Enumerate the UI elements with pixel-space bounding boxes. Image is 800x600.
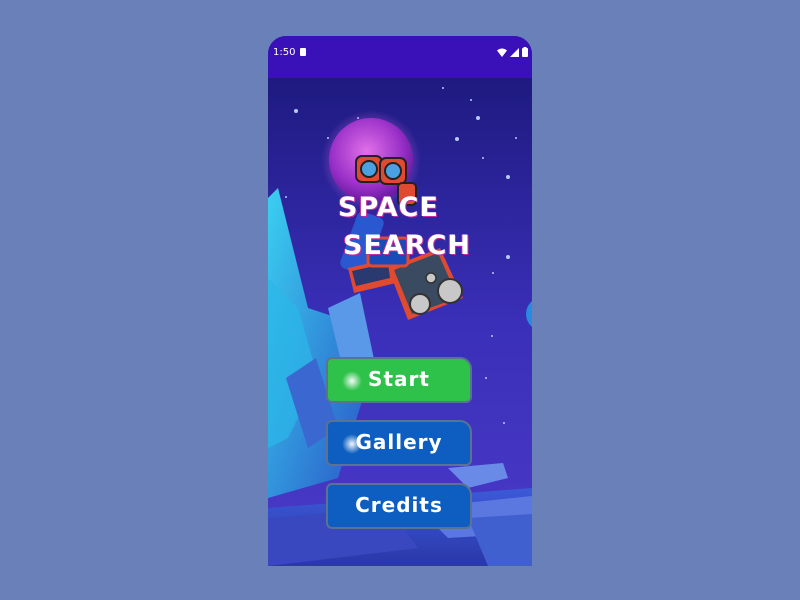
battery-icon <box>522 47 528 57</box>
gallery-button[interactable]: Gallery <box>326 420 472 466</box>
game-title-line2: SEARCH <box>343 230 471 261</box>
button-glow-icon <box>342 371 362 391</box>
gallery-button-label: Gallery <box>355 430 443 454</box>
credits-button-label: Credits <box>355 493 443 517</box>
status-icons <box>497 47 528 57</box>
game-menu-scene: SPACE SEARCH Start Gallery Credits <box>268 78 532 566</box>
game-title-line1: SPACE <box>338 192 439 223</box>
start-button-label: Start <box>368 367 430 391</box>
phone-screen: 1:50 SPACE SEARCH Start Gallery Credits <box>268 36 532 566</box>
sim-card-icon <box>300 48 306 56</box>
start-button[interactable]: Start <box>326 357 472 403</box>
status-bar: 1:50 <box>268 36 532 78</box>
signal-icon <box>510 47 519 57</box>
status-time: 1:50 <box>273 47 296 58</box>
wifi-icon <box>497 48 507 57</box>
credits-button[interactable]: Credits <box>326 483 472 529</box>
